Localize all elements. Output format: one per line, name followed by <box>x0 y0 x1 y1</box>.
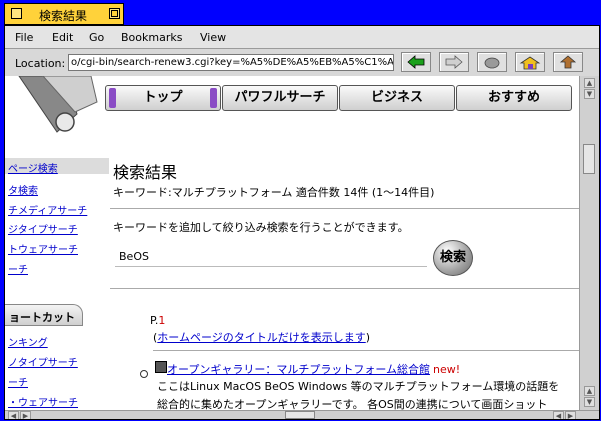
result-title-line: オープンギャラリー：マルチプラットフォーム総合館 new! <box>167 361 460 377</box>
scroll-down-arrow-icon[interactable]: ▼ <box>584 397 595 407</box>
page-title: 検索結果 <box>113 163 178 182</box>
zoom-box-icon[interactable] <box>109 8 120 19</box>
nav-tab-top-label: トップ <box>143 90 183 105</box>
sidebar-item-page-search[interactable]: ページ検索 <box>8 160 58 175</box>
bullet-icon <box>140 370 148 378</box>
shortcut-item-ranking[interactable]: ンキング <box>8 334 48 349</box>
scroll-up-arrow-icon[interactable]: ▲ <box>584 78 595 88</box>
menu-bar: File Edit Go Bookmarks View <box>5 26 599 49</box>
scroll-left-arrow-icon[interactable]: ◀ <box>553 411 564 419</box>
refine-instructions: キーワードを追加して絞り込み検索を行うことができます。 <box>113 221 409 234</box>
forward-icon <box>445 55 463 69</box>
stop-icon <box>484 57 500 69</box>
refine-search-value: BeOS <box>119 250 149 263</box>
browser-window: File Edit Go Bookmarks View Location: o/… <box>4 25 600 420</box>
folder-icon <box>155 361 167 373</box>
search-button[interactable]: 検索 <box>433 240 473 276</box>
vertical-scrollbar[interactable]: ▲ ▼ ▲ ▼ <box>579 76 599 410</box>
result-description-2: 総合的に集めたオープンギャラリーです。 各OS間の連携について画面ショット <box>157 398 548 410</box>
menu-edit[interactable]: Edit <box>52 31 73 44</box>
reload-icon <box>559 55 577 69</box>
nav-tab-business[interactable]: ビジネス <box>339 85 455 111</box>
nav-tab-business-label: ビジネス <box>370 90 423 105</box>
nav-tab-recommended-label: おすすめ <box>487 90 540 105</box>
scroll-up-arrow-icon[interactable]: ▲ <box>584 386 595 396</box>
horizontal-scrollbar[interactable]: ◀ ▶ ◀ ▶ <box>5 410 599 419</box>
page-content: トップ パワフルサーチ ビジネス おすすめ ページ検索 タ検索 チメディアサーチ… <box>5 76 579 410</box>
back-button[interactable] <box>401 52 431 72</box>
menu-view[interactable]: View <box>200 31 226 44</box>
tab-left-cap <box>109 88 116 108</box>
divider <box>153 350 579 351</box>
result-title-link[interactable]: オープンギャラリー：マルチプラットフォーム総合館 <box>167 363 430 376</box>
menu-file[interactable]: File <box>15 31 33 44</box>
home-icon <box>519 56 541 70</box>
sidebar-item-software-search[interactable]: トウェアサーチ <box>8 241 78 256</box>
home-button[interactable] <box>515 52 545 72</box>
shortcut-item-search[interactable]: ーチ <box>8 374 28 389</box>
keyword-summary: キーワード:マルチプラットフォーム 適合件数 14件 (1〜14件目) <box>113 186 435 199</box>
divider <box>110 208 579 209</box>
window-title: 検索結果 <box>39 9 88 23</box>
sidebar-item-search[interactable]: ーチ <box>8 261 28 276</box>
page-indicator: P.1 <box>150 314 165 327</box>
page-number: 1 <box>158 314 166 327</box>
tab-right-cap <box>210 88 217 108</box>
sidebar-item-genre-type-search[interactable]: ジタイプサーチ <box>8 221 78 236</box>
reload-button[interactable] <box>553 52 583 72</box>
paren-close: ) <box>365 331 371 344</box>
shortcut-item-software-search[interactable]: ・ウェアサーチ <box>8 394 78 409</box>
scroll-right-arrow-icon[interactable]: ▶ <box>20 411 31 419</box>
divider <box>110 288 579 289</box>
search-button-label: 検索 <box>439 250 466 265</box>
menu-bookmarks[interactable]: Bookmarks <box>121 31 182 44</box>
result-description-1: ここはLinux MacOS BeOS Windows 等のマルチプラットフォー… <box>157 380 560 393</box>
window-title-tab[interactable]: 検索結果 <box>4 3 124 25</box>
forward-button[interactable] <box>439 52 469 72</box>
nav-tab-top[interactable]: トップ <box>105 85 221 111</box>
title-only-link[interactable]: ホームページのタイトルだけを表示します <box>157 331 365 344</box>
scroll-right-arrow-icon[interactable]: ▶ <box>565 411 576 419</box>
menu-go[interactable]: Go <box>89 31 104 44</box>
nav-tab-recommended[interactable]: おすすめ <box>456 85 572 111</box>
refine-search-input[interactable]: BeOS <box>115 248 427 267</box>
vertical-scroll-thumb[interactable] <box>583 144 595 174</box>
location-label: Location: <box>15 57 66 70</box>
stop-button[interactable] <box>477 52 507 72</box>
title-only-line: (ホームページのタイトルだけを表示します) <box>153 329 370 345</box>
scroll-down-arrow-icon[interactable]: ▼ <box>584 89 595 99</box>
nav-tab-powerful-search-label: パワフルサーチ <box>234 90 326 105</box>
scroll-left-arrow-icon[interactable]: ◀ <box>8 411 19 419</box>
sidebar-item-data-search[interactable]: タ検索 <box>8 182 38 197</box>
back-icon <box>407 55 425 69</box>
horizontal-scroll-thumb[interactable] <box>285 411 315 419</box>
new-badge: new! <box>433 363 461 376</box>
url-input[interactable]: o/cgi-bin/search-renew3.cgi?key=%A5%DE%A… <box>68 54 394 71</box>
close-box-icon[interactable] <box>11 8 22 19</box>
sidebar-item-multimedia-search[interactable]: チメディアサーチ <box>8 202 87 217</box>
nav-tab-powerful-search[interactable]: パワフルサーチ <box>222 85 338 111</box>
shortcut-section-header: ョートカット <box>5 304 83 326</box>
shortcut-section-title: ョートカット <box>9 311 75 324</box>
site-logo <box>18 76 98 133</box>
shortcut-item-prototype-search[interactable]: ノタイプサーチ <box>8 354 78 369</box>
